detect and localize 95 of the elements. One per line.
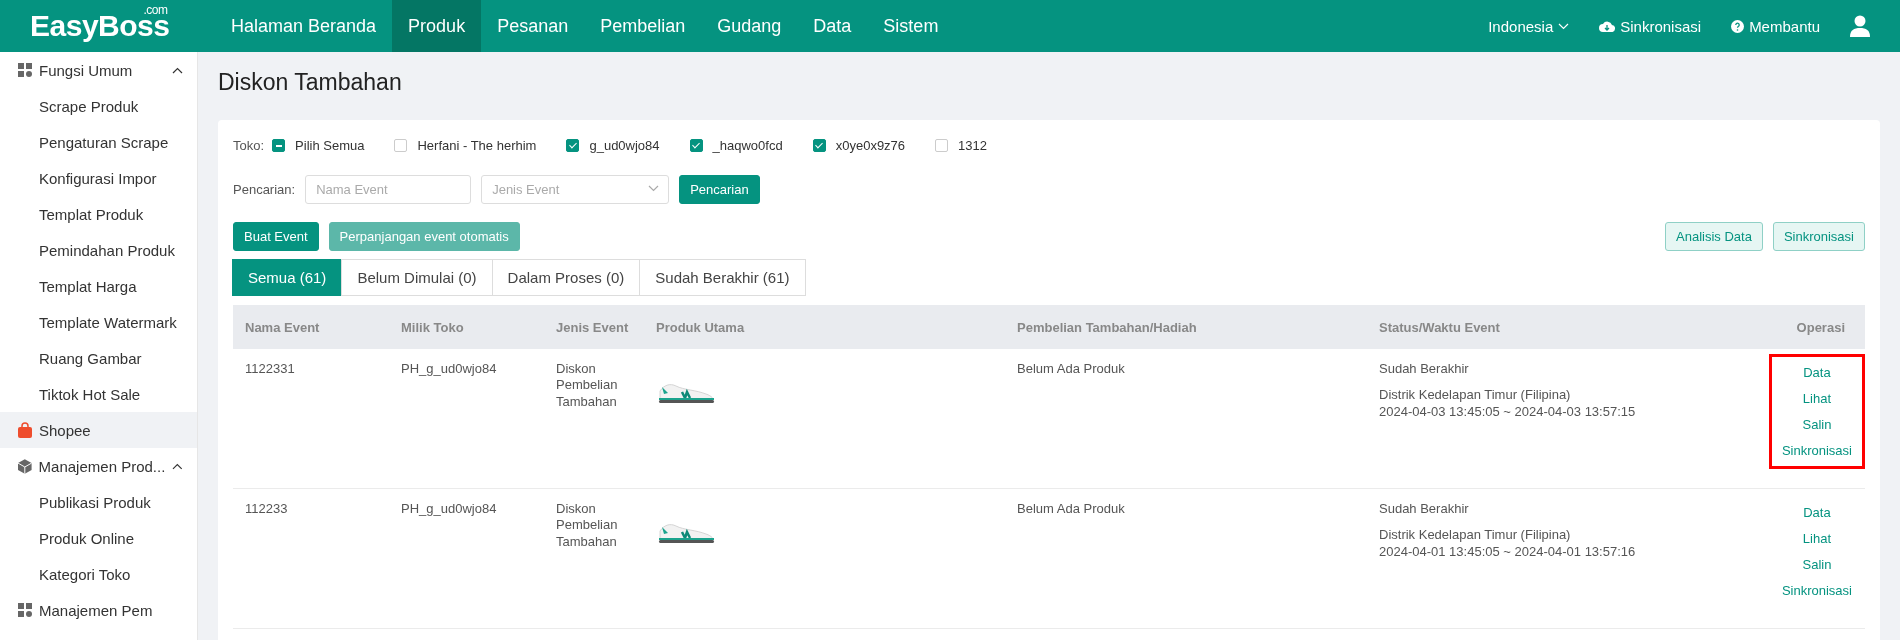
grid-icon — [18, 603, 32, 617]
sidebar-item[interactable]: Scrape Produk — [0, 88, 197, 124]
operation-link[interactable]: Lihat — [1802, 531, 1832, 546]
sync-link[interactable]: Sinkronisasi — [1599, 0, 1702, 52]
checkbox[interactable] — [935, 139, 949, 152]
nav-item[interactable]: Pembelian — [584, 0, 702, 52]
column-header: Produk Utama — [644, 305, 1005, 349]
status-tab[interactable]: Semua (61) — [232, 259, 343, 296]
sidebar-group[interactable]: Fungsi Umum — [0, 52, 197, 88]
operation-link[interactable]: Salin — [1802, 417, 1832, 432]
sidebar-group[interactable]: Manajemen Pem — [0, 592, 197, 628]
checkbox[interactable] — [272, 139, 286, 152]
table-cell-text: Belum Ada Produk — [1017, 361, 1126, 378]
sidebar-item[interactable]: Publikasi Produk — [0, 484, 197, 520]
cloud-download-icon — [1599, 20, 1616, 32]
sidebar-item[interactable]: Pemindahan Produk — [0, 232, 197, 268]
sidebar-item[interactable]: Produk Online — [0, 520, 197, 556]
table-cell-text: 1122331 — [245, 361, 296, 378]
column-header: Operasi — [1745, 305, 1865, 349]
operation-link[interactable]: Data — [1803, 365, 1831, 380]
sidebar-item[interactable]: Templat Produk — [0, 196, 197, 232]
status-tab[interactable]: Belum Dimulai (0) — [341, 259, 493, 296]
status-tab[interactable]: Dalam Proses (0) — [491, 259, 641, 296]
table-cell-text: 112233 — [245, 501, 289, 518]
checkbox[interactable] — [566, 139, 580, 152]
status-tab[interactable]: Sudah Berakhir (61) — [639, 259, 806, 296]
column-header: Status/Waktu Event — [1367, 305, 1745, 349]
event-name-field[interactable]: Nama Event — [305, 175, 472, 204]
column-header: Nama Event — [233, 305, 389, 349]
nav-item[interactable]: Gudang — [701, 0, 798, 52]
user-icon[interactable] — [1850, 15, 1870, 37]
checkbox-label: _haqwo0fcd — [712, 138, 783, 153]
shopping-bag-icon — [18, 422, 32, 438]
table-cell-text: PH_g_ud0wjo84 — [401, 501, 498, 518]
table-cell-text: Belum Ada Produk — [1017, 501, 1126, 518]
action-button[interactable]: Perpanjangan event otomatis — [328, 222, 520, 251]
sidebar-group[interactable]: Manajemen Prod... — [0, 448, 197, 484]
chevron-down-icon — [1558, 22, 1570, 30]
sidebar-item[interactable]: Templat Harga — [0, 268, 197, 304]
checkbox-label: g_ud0wjo84 — [589, 138, 660, 153]
chevron-up-icon — [172, 462, 183, 470]
search-button[interactable]: Pencarian — [679, 175, 760, 204]
shoe-drawing — [656, 381, 716, 405]
table-cell-text: PH_g_ud0wjo84 — [401, 361, 498, 378]
help-link[interactable]: Membantu — [1731, 0, 1820, 52]
action-button[interactable]: Sinkronisasi — [1772, 222, 1865, 251]
column-header: Jenis Event — [544, 305, 644, 349]
sidebar-item[interactable]: Template Watermark — [0, 304, 197, 340]
operation-link[interactable]: Sinkronisasi — [1781, 583, 1852, 598]
action-button[interactable]: Buat Event — [233, 222, 319, 251]
checkbox[interactable] — [689, 139, 703, 152]
store-label: Toko: — [233, 138, 265, 153]
time-zone: Distrik Kedelapan Timur (Filipina) — [1379, 387, 1572, 404]
sidebar-item[interactable]: Konfigurasi Impor — [0, 160, 197, 196]
event-type-select[interactable]: Jenis Event — [481, 175, 670, 204]
sidebar-item[interactable]: Pengaturan Scrape — [0, 124, 197, 160]
nav-item[interactable]: Produk — [392, 0, 482, 52]
action-button[interactable]: Analisis Data — [1665, 222, 1763, 251]
nav-item[interactable]: Sistem — [867, 0, 955, 52]
operation-link[interactable]: Data — [1803, 505, 1831, 520]
sidebar-group[interactable]: Shopee — [0, 412, 197, 448]
grid-icon — [18, 63, 32, 77]
cube-icon — [18, 458, 32, 474]
table-cell-text: Diskon Pembelian Tambahan — [556, 501, 619, 550]
table-cell-text: Diskon Pembelian Tambahan — [556, 361, 619, 410]
column-header: Milik Toko — [389, 305, 544, 349]
operation-link[interactable]: Salin — [1802, 557, 1832, 572]
time-zone: Distrik Kedelapan Timur (Filipina) — [1379, 527, 1572, 544]
sidebar-item[interactable]: Ruang Gambar — [0, 340, 197, 376]
time-range: 2024-04-01 13:45:05 ~ 2024-04-01 13:57:16 — [1379, 543, 1637, 560]
search-label: Pencarian: — [233, 182, 296, 197]
checkbox-label: 1312 — [958, 138, 987, 153]
logo[interactable]: EasyBoss .com — [30, 9, 170, 43]
checkbox-label: x0ye0x9z76 — [835, 138, 906, 153]
operation-link[interactable]: Lihat — [1802, 391, 1832, 406]
sidebar-item[interactable]: Tiktok Hot Sale — [0, 376, 197, 412]
sidebar-item[interactable]: Kategori Toko — [0, 556, 197, 592]
checkbox[interactable] — [812, 139, 826, 152]
column-header: Pembelian Tambahan/Hadiah — [1005, 305, 1367, 349]
page-title: Diskon Tambahan — [218, 67, 403, 97]
nav-item[interactable]: Halaman Beranda — [215, 0, 393, 52]
operation-link[interactable]: Sinkronisasi — [1781, 443, 1852, 458]
help-icon — [1731, 19, 1745, 33]
checkbox-label: Pilih Semua — [295, 138, 365, 153]
nav-item[interactable]: Pesanan — [481, 0, 585, 52]
nav-item[interactable]: Data — [797, 0, 868, 52]
time-range: 2024-04-03 13:45:05 ~ 2024-04-03 13:57:15 — [1379, 403, 1637, 420]
chevron-up-icon — [172, 66, 183, 74]
status-text: Sudah Berakhir — [1379, 361, 1470, 378]
language-selector[interactable]: Indonesia — [1488, 0, 1570, 52]
chevron-down-icon — [648, 185, 660, 192]
status-text: Sudah Berakhir — [1379, 501, 1470, 518]
checkbox[interactable] — [394, 139, 408, 152]
shoe-drawing — [656, 521, 716, 545]
checkbox-label: Herfani - The herhim — [417, 138, 537, 153]
